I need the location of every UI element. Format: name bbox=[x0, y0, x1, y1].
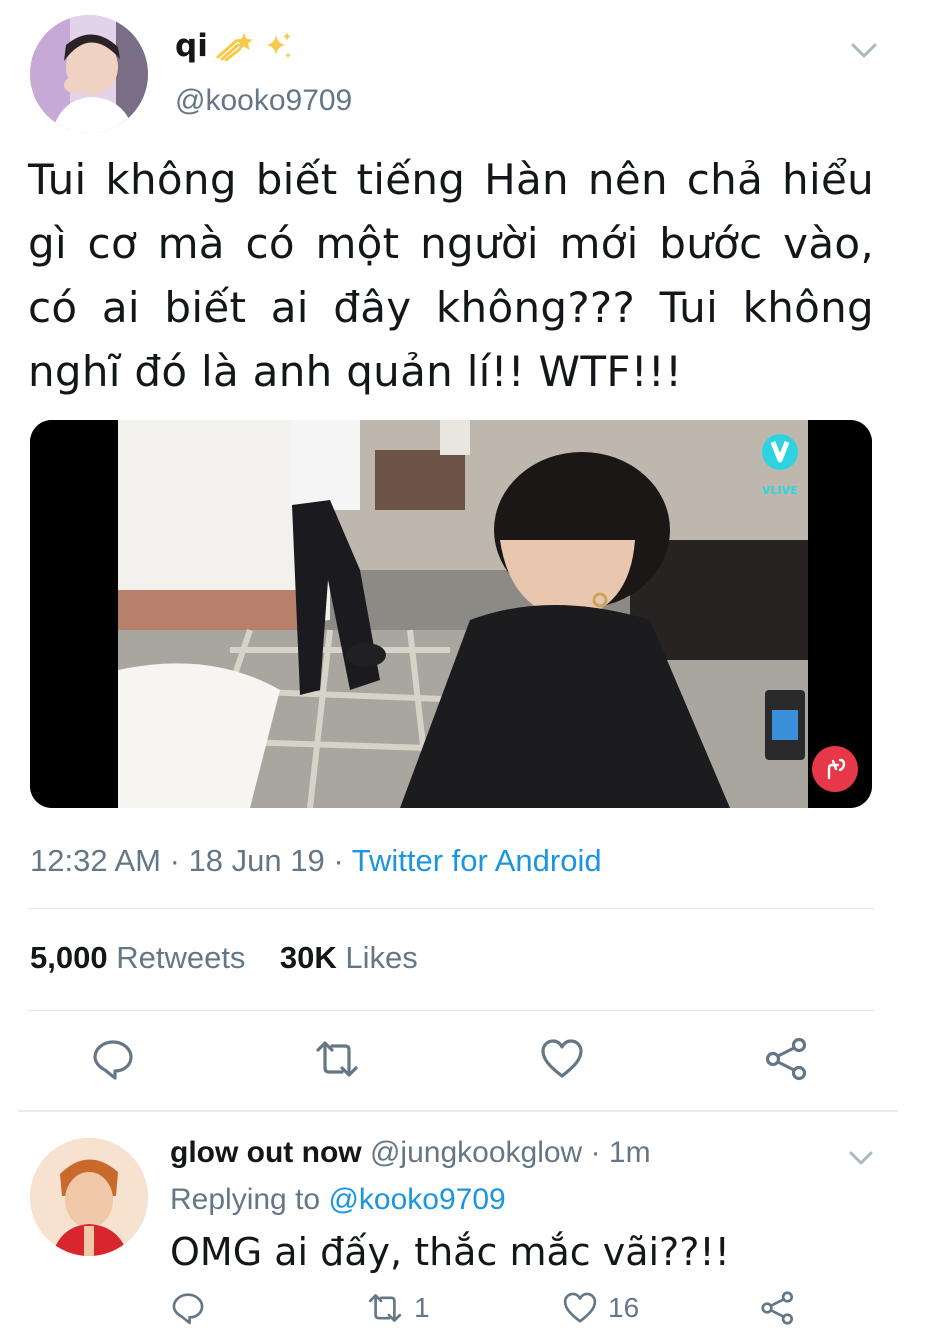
replying-to-label: Replying to bbox=[170, 1183, 321, 1216]
likes-count: 30K bbox=[279, 940, 337, 975]
author-display-name: qi bbox=[175, 28, 208, 64]
tweet-time: 12:32 AM bbox=[30, 843, 161, 878]
reply-header: glow out now @jungkookglow · 1m bbox=[170, 1136, 651, 1170]
engagement-stats: 5,000 Retweets 30K Likes bbox=[30, 940, 418, 976]
sparkles-emoji bbox=[265, 32, 291, 59]
retweet-icon bbox=[368, 1294, 402, 1322]
like-icon bbox=[563, 1292, 597, 1323]
reply-age: · 1m bbox=[590, 1136, 651, 1169]
retweets-label: Retweets bbox=[116, 940, 246, 975]
reply-share-action[interactable] bbox=[760, 1290, 796, 1326]
retweets-count: 5,000 bbox=[30, 940, 108, 975]
meta-separator: · bbox=[333, 843, 344, 878]
vlive-label: VLIVE bbox=[762, 484, 798, 497]
meta-separator: · bbox=[169, 843, 180, 878]
reply-divider bbox=[18, 1110, 898, 1112]
author-name[interactable]: qi bbox=[175, 28, 294, 64]
tweet-media-video[interactable]: VLIVE bbox=[30, 420, 872, 808]
tweet-text: Tui không biết tiếng Hàn nên chả hiểu gì… bbox=[28, 155, 874, 396]
likes-stat[interactable]: 30K Likes bbox=[280, 940, 418, 975]
share-icon bbox=[761, 1291, 794, 1325]
reply-handle[interactable]: @jungkookglow bbox=[370, 1136, 582, 1169]
like-icon[interactable] bbox=[539, 1036, 585, 1082]
author-handle[interactable]: @kooko9709 bbox=[175, 84, 352, 118]
reply-display-name[interactable]: glow out now bbox=[170, 1136, 362, 1169]
tweet-date: 18 Jun 19 bbox=[188, 843, 325, 878]
reply-like-action[interactable]: 16 bbox=[562, 1290, 639, 1326]
tweet-timestamp[interactable]: 12:32 AM · 18 Jun 19 · Twitter for Andro… bbox=[30, 843, 602, 879]
chevron-down-icon[interactable] bbox=[846, 36, 882, 64]
reply-retweet-count: 1 bbox=[414, 1292, 430, 1323]
likes-label: Likes bbox=[345, 940, 418, 975]
finger-heart-icon bbox=[827, 758, 846, 780]
shooting-star-emoji bbox=[216, 33, 253, 61]
divider bbox=[28, 908, 874, 909]
divider bbox=[28, 1010, 874, 1011]
tweet-source-link[interactable]: Twitter for Android bbox=[352, 843, 602, 878]
share-icon[interactable] bbox=[764, 1036, 810, 1082]
replying-to: Replying to @kooko9709 bbox=[170, 1183, 506, 1217]
reply-reply-action[interactable] bbox=[170, 1290, 206, 1326]
retweets-stat[interactable]: 5,000 Retweets bbox=[30, 940, 245, 975]
video-frame bbox=[30, 420, 872, 808]
reply-icon bbox=[172, 1293, 204, 1325]
reply-retweet-action[interactable]: 1 bbox=[366, 1290, 430, 1326]
finger-heart-button[interactable] bbox=[812, 746, 858, 792]
reply-author-avatar[interactable] bbox=[30, 1138, 148, 1256]
replying-to-handle[interactable]: @kooko9709 bbox=[328, 1183, 505, 1216]
retweet-icon[interactable] bbox=[314, 1036, 360, 1082]
vlive-badge: VLIVE bbox=[760, 430, 800, 497]
chevron-down-icon[interactable] bbox=[846, 1146, 876, 1170]
reply-icon[interactable] bbox=[90, 1036, 136, 1082]
reply-like-count: 16 bbox=[608, 1292, 640, 1323]
reply-text: OMG ai đấy, thắc mắc vãi??!! bbox=[170, 1230, 730, 1274]
author-avatar[interactable] bbox=[30, 15, 148, 133]
